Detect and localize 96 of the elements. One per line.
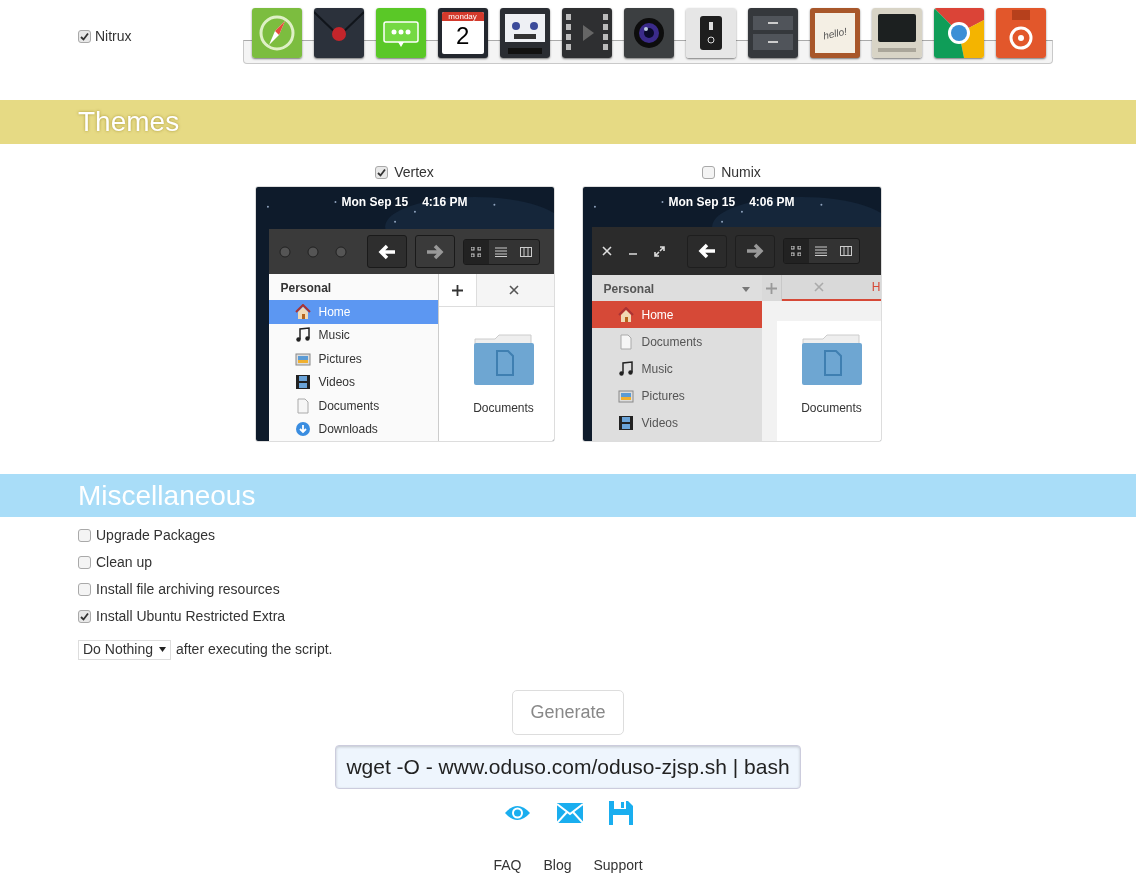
section-title: Themes [78,105,180,139]
checkbox[interactable] [78,529,91,542]
section-title: Miscellaneous [78,478,256,513]
picture-frame-icon [294,350,311,367]
back-arrow-icon [697,243,716,259]
footer-link[interactable]: Support [593,855,643,876]
sidebar-item[interactable]: Documents [268,394,438,418]
forward-button[interactable] [414,235,455,268]
sidebar-item[interactable]: Videos [268,370,438,394]
shopping-bag-icon[interactable] [995,8,1046,58]
panel-date: Mon Sep 15 [668,194,736,211]
plus-icon [765,282,777,294]
select-suffix: after executing the script. [176,640,333,659]
checkbox[interactable] [78,583,91,596]
folder-label: Documents [801,400,862,417]
option-label: Nitrux [95,27,132,46]
close-tab-icon[interactable] [508,285,519,295]
document-icon [617,333,634,350]
cabinet-icon[interactable] [747,8,798,58]
close-icon[interactable] [601,246,612,256]
film-icon[interactable] [561,8,612,58]
footer-link[interactable]: Blog [543,855,572,876]
sidebar-item[interactable]: Music [591,355,762,382]
sidebar-item-label: Music [318,327,350,345]
sidebar-item-label: Documents [641,333,703,351]
sidebar-item[interactable]: Documents [591,328,762,355]
notepad-icon[interactable]: hello! [809,8,860,58]
calendar-weekday: monday [441,12,484,21]
document-icon [294,397,311,414]
checkbox[interactable] [78,610,91,623]
envelope-icon[interactable] [313,8,364,58]
sidebar-item[interactable]: Videos [591,409,762,436]
option-label: Install file archiving resources [96,580,280,599]
option-label: Upgrade Packages [96,526,216,545]
command-field[interactable]: wget -O - www.oduso.com/oduso-zjsp.sh | bash [335,745,801,789]
back-button[interactable] [686,234,727,268]
tab-label: H [871,279,881,296]
option-label: Install Ubuntu Restricted Extra [96,607,286,626]
sidebar-item[interactable]: Music [268,323,438,347]
folder-label: Documents [473,400,534,417]
checkbox[interactable] [78,30,91,43]
back-button[interactable] [366,235,407,268]
theme-label: Vertex [394,162,434,182]
sidebar-item-label: Videos [318,374,355,392]
ring-logo-icon[interactable] [933,8,984,58]
switch-icon[interactable] [685,8,736,58]
monitor-icon[interactable] [871,8,922,58]
calendar-date: 2 [454,21,471,50]
back-arrow-icon [377,243,396,260]
sidebar-item-label: Pictures [641,387,685,405]
sidebar-heading: Personal [280,280,332,297]
plus-icon [451,284,463,296]
sidebar-item[interactable]: Pictures [591,382,762,409]
music-note-icon [617,360,634,377]
grid-view-icon[interactable] [783,239,809,263]
download-icon [294,421,311,438]
panel-time: 4:06 PM [749,194,795,211]
option-label: Clean up [96,553,153,572]
action-select[interactable]: Do Nothing [78,639,172,660]
forward-arrow-icon [425,243,444,260]
forward-button[interactable] [734,234,775,268]
house-icon [294,303,311,320]
folder-icon [800,333,863,385]
grid-view-icon[interactable] [463,239,489,264]
forward-arrow-icon [745,243,764,259]
checkbox[interactable] [375,165,389,179]
panel-date: Mon Sep 15 [341,194,409,211]
footer-link[interactable]: FAQ [493,855,522,876]
notepad-text: hello! [821,24,848,43]
house-icon [617,306,634,323]
caret-icon [159,647,167,652]
sidebar-item-label: Home [641,306,674,324]
sidebar-item-label: Pictures [318,350,362,368]
sidebar-item-label: Home [318,303,351,321]
film-strip-icon [294,374,311,391]
checkbox[interactable] [702,165,716,179]
sidebar-item-label: Downloads [318,421,378,439]
generate-button[interactable]: Generate [512,690,624,735]
maximize-icon[interactable] [653,245,665,257]
sidebar-heading: Personal [603,281,655,298]
sidebar-item[interactable]: Downloads [268,417,438,441]
sidebar-item-label: Music [641,360,673,378]
panel-time: 4:16 PM [422,194,468,211]
sidebar-item[interactable]: Home [591,301,762,328]
theme-label: Numix [721,162,761,182]
sidebar-item-label: Videos [641,414,678,432]
camera-lens-icon[interactable] [623,8,674,58]
folder-icon [472,333,535,385]
sidebar-item[interactable]: Pictures [268,347,438,371]
calendar-icon[interactable]: monday 2 [437,8,488,58]
checkbox[interactable] [78,556,91,569]
caret-icon[interactable] [741,286,750,292]
music-note-icon [294,327,311,344]
film-strip-icon [617,414,634,431]
picture-frame-icon [617,387,634,404]
sidebar-item-label: Documents [318,397,380,415]
